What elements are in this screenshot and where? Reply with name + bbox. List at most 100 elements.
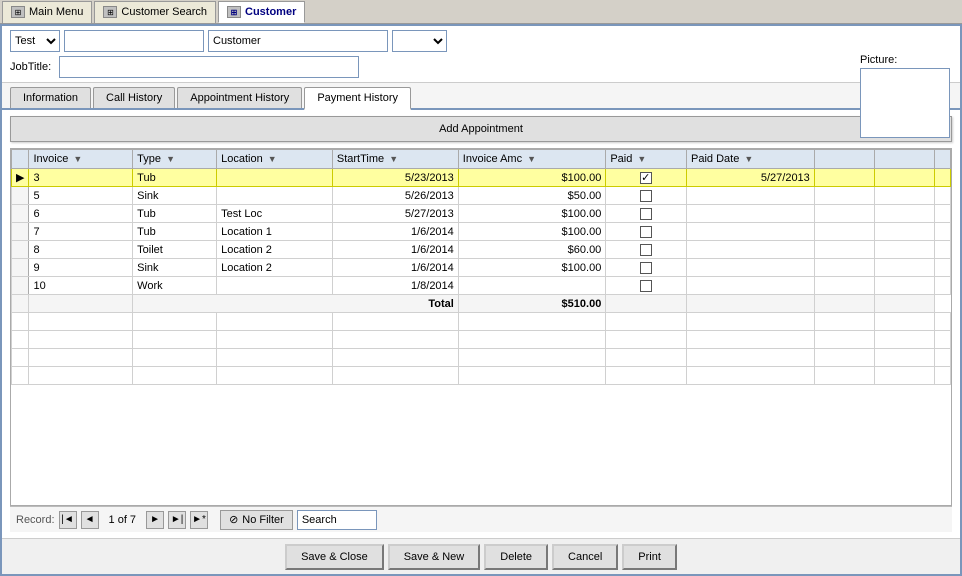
cell-extra bbox=[934, 205, 950, 223]
tab-customer-search[interactable]: ⊞ Customer Search bbox=[94, 1, 216, 23]
cell-paid-date bbox=[687, 223, 815, 241]
col-location[interactable]: Location ▼ bbox=[217, 150, 333, 169]
empty-cell bbox=[458, 313, 606, 331]
total-amt: $510.00 bbox=[458, 295, 606, 313]
cell-extra bbox=[814, 169, 874, 187]
print-button[interactable]: Print bbox=[622, 544, 677, 570]
cell-invoice: 8 bbox=[29, 241, 133, 259]
table-row[interactable]: ▶3Tub5/23/2013$100.005/27/2013 bbox=[12, 169, 951, 187]
cell-starttime: 1/8/2014 bbox=[332, 277, 458, 295]
col-invoice[interactable]: Invoice ▼ bbox=[29, 150, 133, 169]
cell-paid[interactable] bbox=[606, 241, 687, 259]
paid-checkbox[interactable] bbox=[640, 172, 652, 184]
empty-cell bbox=[606, 313, 687, 331]
row-indicator bbox=[12, 223, 29, 241]
cell-invoice: 7 bbox=[29, 223, 133, 241]
tab-information[interactable]: Information bbox=[10, 87, 91, 108]
col-starttime[interactable]: StartTime ▼ bbox=[332, 150, 458, 169]
tab-appointment-history[interactable]: Appointment History bbox=[177, 87, 302, 108]
empty-cell bbox=[814, 313, 874, 331]
total-row: Total$510.00 bbox=[12, 295, 951, 313]
suffix-dropdown[interactable] bbox=[392, 30, 447, 52]
payment-table: Invoice ▼ Type ▼ Location ▼ StartTime bbox=[11, 149, 951, 385]
prefix-dropdown[interactable]: Test bbox=[10, 30, 60, 52]
table-row[interactable]: 5Sink5/26/2013$50.00 bbox=[12, 187, 951, 205]
cell-extra bbox=[874, 223, 934, 241]
nav-next-button[interactable]: ► bbox=[146, 511, 164, 529]
search-input[interactable] bbox=[297, 510, 377, 530]
cell-paid[interactable] bbox=[606, 277, 687, 295]
tab-payment-history[interactable]: Payment History bbox=[304, 87, 411, 110]
empty-cell bbox=[332, 331, 458, 349]
cell-invoice-amount: $60.00 bbox=[458, 241, 606, 259]
col-type[interactable]: Type ▼ bbox=[133, 150, 217, 169]
save-close-button[interactable]: Save & Close bbox=[285, 544, 384, 570]
empty-cell bbox=[606, 349, 687, 367]
paid-checkbox[interactable] bbox=[640, 280, 652, 292]
delete-button[interactable]: Delete bbox=[484, 544, 548, 570]
empty-row bbox=[12, 331, 951, 349]
empty-cell bbox=[133, 313, 217, 331]
picture-box bbox=[860, 68, 950, 138]
tab-customer[interactable]: ⊞ Customer bbox=[218, 1, 305, 23]
tab-main-menu[interactable]: ⊞ Main Menu bbox=[2, 1, 92, 23]
paid-checkbox[interactable] bbox=[640, 208, 652, 220]
total-inv bbox=[29, 295, 133, 313]
table-row[interactable]: 8ToiletLocation 21/6/2014$60.00 bbox=[12, 241, 951, 259]
table-row[interactable]: 7TubLocation 11/6/2014$100.00 bbox=[12, 223, 951, 241]
action-bar: Save & Close Save & New Delete Cancel Pr… bbox=[2, 538, 960, 574]
lastname-input[interactable] bbox=[208, 30, 388, 52]
cell-paid-date bbox=[687, 187, 815, 205]
nav-first-button[interactable]: |◄ bbox=[59, 511, 77, 529]
customer-search-icon: ⊞ bbox=[103, 6, 117, 18]
cell-invoice: 9 bbox=[29, 259, 133, 277]
amount-sort-icon: ▼ bbox=[527, 154, 536, 164]
nav-new-button[interactable]: ►* bbox=[190, 511, 208, 529]
empty-cell bbox=[12, 331, 29, 349]
cell-type: Toilet bbox=[133, 241, 217, 259]
empty-cell bbox=[606, 331, 687, 349]
jobtitle-label: JobTitle: bbox=[10, 61, 51, 73]
cell-paid-date bbox=[687, 241, 815, 259]
cell-paid[interactable] bbox=[606, 259, 687, 277]
col-invoice-amount[interactable]: Invoice Amc ▼ bbox=[458, 150, 606, 169]
cell-paid[interactable] bbox=[606, 169, 687, 187]
no-filter-button[interactable]: ⊘ No Filter bbox=[220, 510, 293, 530]
cell-type: Sink bbox=[133, 187, 217, 205]
table-row[interactable]: 6TubTest Loc5/27/2013$100.00 bbox=[12, 205, 951, 223]
col-paid[interactable]: Paid ▼ bbox=[606, 150, 687, 169]
customer-icon: ⊞ bbox=[227, 6, 241, 18]
save-new-button[interactable]: Save & New bbox=[388, 544, 481, 570]
empty-cell bbox=[29, 349, 133, 367]
cell-type: Work bbox=[133, 277, 217, 295]
nav-last-button[interactable]: ►| bbox=[168, 511, 186, 529]
empty-cell bbox=[934, 349, 950, 367]
cell-paid[interactable] bbox=[606, 223, 687, 241]
jobtitle-input[interactable] bbox=[59, 56, 359, 78]
cell-type: Tub bbox=[133, 205, 217, 223]
nav-prev-button[interactable]: ◄ bbox=[81, 511, 99, 529]
paid-checkbox[interactable] bbox=[640, 226, 652, 238]
paid-checkbox[interactable] bbox=[640, 262, 652, 274]
firstname-input[interactable] bbox=[64, 30, 204, 52]
table-row[interactable]: 10Work1/8/2014 bbox=[12, 277, 951, 295]
empty-cell bbox=[874, 331, 934, 349]
paid-checkbox[interactable] bbox=[640, 244, 652, 256]
header-row1: Test bbox=[10, 30, 952, 52]
cell-paid[interactable] bbox=[606, 205, 687, 223]
add-appointment-button[interactable]: Add Appointment bbox=[10, 116, 952, 142]
col-paid-date[interactable]: Paid Date ▼ bbox=[687, 150, 815, 169]
cell-extra bbox=[934, 223, 950, 241]
cell-paid[interactable] bbox=[606, 187, 687, 205]
cell-location bbox=[217, 169, 333, 187]
empty-cell bbox=[133, 331, 217, 349]
cell-extra bbox=[874, 169, 934, 187]
empty-cell bbox=[12, 367, 29, 385]
paid-checkbox[interactable] bbox=[640, 190, 652, 202]
table-row[interactable]: 9SinkLocation 21/6/2014$100.00 bbox=[12, 259, 951, 277]
empty-row bbox=[12, 349, 951, 367]
cell-paid-date bbox=[687, 277, 815, 295]
total-lbl: Total bbox=[133, 295, 459, 313]
cancel-button[interactable]: Cancel bbox=[552, 544, 618, 570]
tab-call-history[interactable]: Call History bbox=[93, 87, 175, 108]
